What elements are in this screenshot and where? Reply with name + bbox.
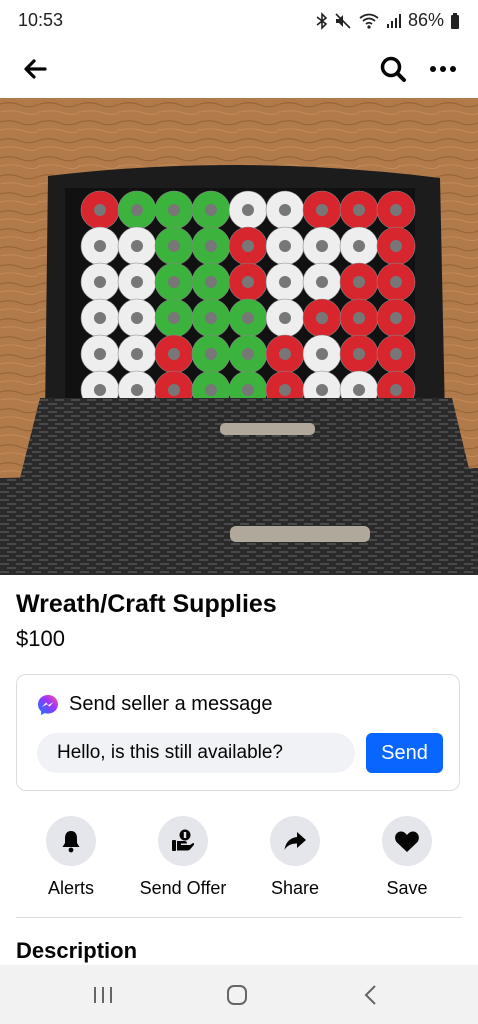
send-button[interactable]: Send: [366, 733, 443, 773]
product-photo[interactable]: [0, 98, 478, 575]
send-offer-button[interactable]: Send Offer: [128, 816, 238, 899]
messenger-icon: [38, 694, 58, 715]
message-card-header: Send seller a message: [37, 693, 272, 716]
recents-icon: [94, 987, 112, 1003]
save-icon-circle: [382, 816, 432, 866]
back-arrow-icon: [24, 59, 47, 79]
more-options-button[interactable]: [424, 52, 462, 86]
alerts-label: Alerts: [47, 878, 94, 898]
search-button[interactable]: [376, 52, 410, 86]
back-icon: [364, 985, 376, 1005]
message-input[interactable]: Hello, is this still available?: [37, 733, 355, 773]
home-button[interactable]: [217, 980, 257, 1010]
status-icons: 86%: [316, 10, 460, 31]
share-label: Share: [270, 878, 320, 898]
wifi-icon: [359, 13, 379, 29]
android-nav-bar: [0, 965, 478, 1024]
back-button[interactable]: [18, 52, 52, 86]
heart-icon: [395, 831, 419, 852]
message-seller-card: Send seller a message Hello, is this sti…: [16, 674, 460, 791]
mute-icon: [335, 12, 351, 29]
status-time: 10:53: [18, 10, 64, 30]
share-icon: [284, 832, 306, 850]
section-divider: [16, 917, 462, 918]
save-button[interactable]: Save: [352, 816, 462, 899]
bluetooth-icon: [316, 11, 328, 30]
save-label: Save: [386, 878, 428, 898]
signal-icon: [386, 13, 401, 28]
alerts-icon-circle: [46, 816, 96, 866]
battery-percent: 86%: [407, 10, 444, 30]
home-icon: [227, 985, 247, 1005]
share-icon-circle: [270, 816, 320, 866]
description-heading: Description: [16, 938, 138, 963]
more-icon: [430, 66, 456, 72]
send-offer-icon-circle: [158, 816, 208, 866]
search-icon: [380, 56, 406, 82]
listing-actions: Alerts Send Offer Share Save: [0, 816, 478, 906]
message-card-title: Send seller a message: [69, 693, 273, 715]
status-bar: 10:53 86%: [0, 0, 478, 40]
top-nav: [0, 40, 478, 96]
battery-icon: [451, 12, 459, 29]
listing-price: $100: [16, 626, 65, 651]
listing-title: Wreath/Craft Supplies: [16, 590, 277, 618]
nav-back-button[interactable]: [351, 980, 391, 1010]
alerts-button[interactable]: Alerts: [16, 816, 126, 899]
offer-icon: [172, 829, 195, 851]
share-button[interactable]: Share: [240, 816, 350, 899]
bell-icon: [62, 831, 80, 853]
recents-button[interactable]: [83, 980, 123, 1010]
send-offer-label: Send Offer: [139, 878, 227, 898]
